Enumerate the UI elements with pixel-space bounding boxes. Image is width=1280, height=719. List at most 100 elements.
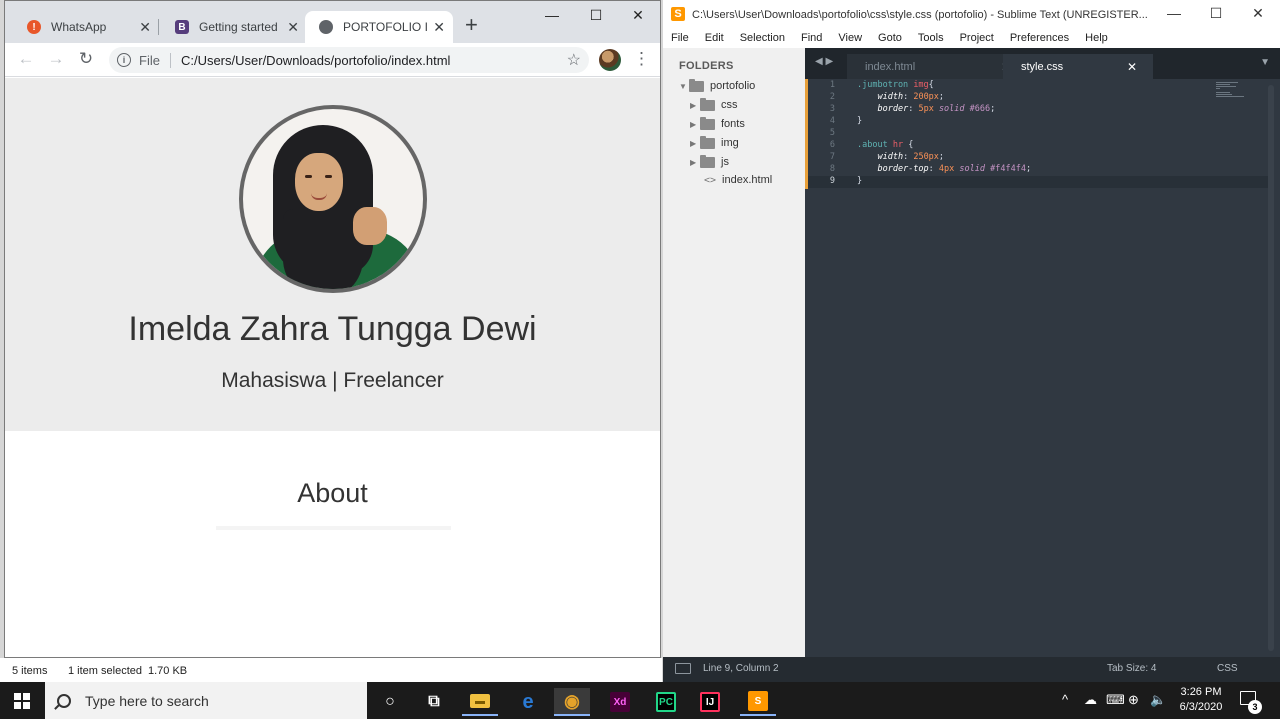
tab-title: WhatsApp <box>51 20 107 34</box>
tab-nav-arrows-icon[interactable]: ◀ ▶ <box>815 56 833 67</box>
jumbotron: Imelda Zahra Tungga Dewi Mahasiswa | Fre… <box>5 78 660 431</box>
line-number: 2 <box>829 92 835 102</box>
code-line: } <box>857 116 863 126</box>
line-number: 6 <box>829 140 835 150</box>
selection-count: 1 item selected <box>68 665 142 677</box>
intellij-icon[interactable]: IJ <box>692 688 728 716</box>
close-tab-icon[interactable]: ✕ <box>139 19 151 36</box>
menu-view[interactable]: View <box>830 30 870 48</box>
scheme-label: File <box>139 52 171 68</box>
file-explorer-icon[interactable]: ▬ <box>462 688 498 716</box>
site-info-icon[interactable]: i <box>117 53 131 67</box>
maximize-button[interactable]: ☐ <box>581 7 611 24</box>
tray-overflow-icon[interactable]: ^ <box>1062 692 1068 707</box>
minimize-button[interactable]: — <box>537 7 567 23</box>
menu-find[interactable]: Find <box>793 30 830 48</box>
tab-whatsapp[interactable]: ! WhatsApp ✕ <box>13 11 159 43</box>
line-number: 4 <box>829 116 835 126</box>
explorer-status-bar: 5 items 1 item selected 1.70 KB <box>0 658 662 682</box>
line-number: 7 <box>829 152 835 162</box>
line-number: 5 <box>829 128 835 138</box>
tree-folder-fonts[interactable]: ▶ fonts <box>690 116 745 130</box>
cortana-icon[interactable]: ○ <box>372 688 408 716</box>
tab-title: Getting started · B <box>199 20 281 34</box>
adobe-xd-icon[interactable]: Xd <box>602 688 638 716</box>
keyboard-icon[interactable]: ⌨ <box>1106 692 1125 708</box>
task-view-icon[interactable]: ⧉ <box>416 688 452 716</box>
syntax-mode[interactable]: CSS <box>1217 663 1238 674</box>
code-line: border: 5px solid #666; <box>877 104 996 114</box>
line-number: 1 <box>829 80 835 90</box>
start-button[interactable] <box>14 693 30 709</box>
panel-toggle-icon[interactable] <box>675 663 691 674</box>
tab-portofolio[interactable]: PORTOFOLIO IM ✕ <box>305 11 453 43</box>
forward-button[interactable]: → <box>45 49 67 69</box>
tree-root-portofolio[interactable]: ▼ portofolio <box>679 78 755 92</box>
chrome-toolbar: ← → ↻ i File C:/Users/User/Downloads/por… <box>5 43 660 77</box>
tab-size[interactable]: Tab Size: 4 <box>1107 663 1156 674</box>
menu-goto[interactable]: Goto <box>870 30 910 48</box>
tab-dropdown-icon[interactable]: ▼ <box>1260 57 1270 68</box>
close-tab-icon[interactable]: ✕ <box>287 19 299 36</box>
tab-label: style.css <box>1021 60 1064 73</box>
minimize-button[interactable]: — <box>1159 5 1189 21</box>
whatsapp-favicon-icon: ! <box>27 20 41 34</box>
menu-help[interactable]: Help <box>1077 30 1116 48</box>
folder-icon <box>700 116 715 130</box>
bookmark-star-icon[interactable]: ☆ <box>567 50 581 70</box>
new-tab-button[interactable]: + <box>465 14 478 36</box>
menu-selection[interactable]: Selection <box>732 30 793 48</box>
onedrive-icon[interactable]: ☁ <box>1084 692 1097 708</box>
minimap[interactable] <box>1216 81 1246 97</box>
folder-icon <box>700 97 715 111</box>
folder-icon <box>700 154 715 168</box>
chrome-taskbar-icon[interactable]: ◉ <box>554 688 590 716</box>
close-window-button[interactable]: ✕ <box>623 7 653 24</box>
code-line: .about hr { <box>857 140 914 150</box>
code-editor[interactable]: 1 2 3 4 5 6 7 8 9 .jumbotron img{ width:… <box>805 79 1280 657</box>
tree-folder-css[interactable]: ▶ css <box>690 97 738 111</box>
volume-icon[interactable]: 🔈 <box>1150 692 1166 708</box>
chrome-tabstrip: ! WhatsApp ✕ B Getting started · B ✕ POR… <box>5 1 660 43</box>
search-icon <box>57 693 71 708</box>
tab-getting-started[interactable]: B Getting started · B ✕ <box>161 11 307 43</box>
menu-project[interactable]: Project <box>952 30 1002 48</box>
network-icon[interactable]: ⊕ <box>1128 692 1139 708</box>
taskbar-search[interactable]: Type here to search <box>45 682 367 719</box>
pycharm-icon[interactable]: PC <box>648 688 684 716</box>
tab-title: PORTOFOLIO IM <box>343 20 427 34</box>
close-tab-icon[interactable]: ✕ <box>1127 60 1137 74</box>
close-window-button[interactable]: ✕ <box>1243 5 1273 22</box>
menu-tools[interactable]: Tools <box>910 30 952 48</box>
tree-folder-js[interactable]: ▶ js <box>690 154 729 168</box>
tree-label: index.html <box>722 174 773 186</box>
taskbar: Type here to search ○ ⧉ ▬ e ◉ Xd PC IJ S… <box>0 682 1280 719</box>
profile-avatar[interactable] <box>599 49 621 71</box>
clock[interactable]: 3:26 PM 6/3/2020 <box>1173 685 1229 715</box>
editor-scrollbar[interactable] <box>1268 85 1274 651</box>
edge-icon[interactable]: e <box>510 688 546 716</box>
tree-file-index[interactable]: <> index.html <box>704 174 772 186</box>
sublime-menubar: File Edit Selection Find View Goto Tools… <box>663 30 1280 48</box>
sidebar: FOLDERS ▼ portofolio ▶ css ▶ fonts ▶ img… <box>663 48 805 657</box>
photo-face <box>295 153 343 211</box>
tab-index-html[interactable]: index.html ✕ <box>847 54 1027 79</box>
line-number: 9 <box>829 176 835 186</box>
address-bar[interactable]: i File C:/Users/User/Downloads/portofoli… <box>109 47 589 73</box>
sublime-taskbar-icon[interactable]: S <box>740 688 776 716</box>
reload-button[interactable]: ↻ <box>75 49 97 69</box>
menu-edit[interactable]: Edit <box>697 30 732 48</box>
tab-separator <box>158 19 159 35</box>
back-button[interactable]: ← <box>15 49 37 69</box>
menu-preferences[interactable]: Preferences <box>1002 30 1077 48</box>
chrome-menu-icon[interactable]: ⋮ <box>633 49 650 69</box>
menu-file[interactable]: File <box>663 30 697 48</box>
tab-label: index.html <box>865 60 916 73</box>
close-tab-icon[interactable]: ✕ <box>433 19 445 36</box>
maximize-button[interactable]: ☐ <box>1201 5 1231 22</box>
photo-hand <box>353 207 387 245</box>
tab-style-css[interactable]: style.css ✕ <box>1003 54 1153 79</box>
tree-folder-img[interactable]: ▶ img <box>690 135 739 149</box>
url-text[interactable]: C:/Users/User/Downloads/portofolio/index… <box>181 53 451 68</box>
collapsed-arrow-icon: ▶ <box>690 100 697 110</box>
